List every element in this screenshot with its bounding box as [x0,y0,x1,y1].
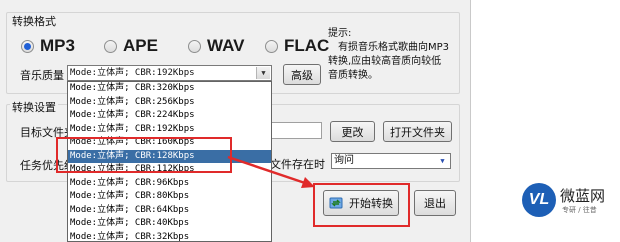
quality-label: 音乐质量 [20,69,64,82]
advanced-button[interactable]: 高级 [283,64,321,85]
open-folder-button[interactable]: 打开文件夹 [383,121,452,142]
format-group-title: 转换格式 [10,13,58,29]
option-highlight-annotation [56,137,232,173]
start-convert-label: 开始转换 [349,197,393,210]
dropdown-option[interactable]: Mode:立体声; CBR:224Kbps [68,109,271,123]
quality-select[interactable]: Mode:立体声; CBR:192Kbps ▼ [67,65,272,81]
logo-name: 微蓝网 [560,187,606,205]
radio-wav[interactable]: WAV [188,36,244,56]
watermark-logo: VL 微蓝网 专研 / 往昔 [522,181,618,221]
hint-line: 提示: [328,28,352,39]
radio-mp3[interactable]: MP3 [21,36,75,56]
radio-wav-label: WAV [207,36,245,55]
logo-mark: VL [528,191,550,208]
dropdown-option[interactable]: Mode:立体声; CBR:32Kbps [68,231,271,242]
dropdown-option[interactable]: Mode:立体声; CBR:320Kbps [68,82,271,96]
logo-tagline: 专研 / 往昔 [562,206,597,214]
radio-flac-label: FLAC [284,36,330,55]
radio-flac-indicator [265,39,278,53]
target-folder-input[interactable] [270,122,322,139]
radio-mp3-indicator [21,39,34,53]
change-button[interactable]: 更改 [330,121,375,142]
chevron-down-icon: ▼ [256,67,270,79]
hint-line: 转换,应由较高音质向较低 [328,56,442,67]
radio-mp3-label: MP3 [40,36,75,55]
dropdown-option[interactable]: Mode:立体声; CBR:256Kbps [68,96,271,110]
dropdown-option[interactable]: Mode:立体声; CBR:64Kbps [68,204,271,218]
start-convert-button[interactable]: 开始转换 [323,190,399,216]
hint-line: 有损音乐格式歌曲向MP3 [338,42,450,53]
dropdown-option[interactable]: Mode:立体声; CBR:192Kbps [68,123,271,137]
radio-wav-indicator [188,39,201,53]
radio-ape-label: APE [123,36,158,55]
logo-badge: VL [522,183,556,217]
hint-text: 提示: 有损音乐格式歌曲向MP3 转换,应由较高音质向较低 音质转换。 [328,27,456,83]
file-exists-select[interactable]: 询问 ▼ [331,153,451,169]
chevron-down-icon: ▼ [436,155,449,167]
dropdown-option[interactable]: Mode:立体声; CBR:40Kbps [68,217,271,231]
radio-flac[interactable]: FLAC [265,36,329,56]
file-exists-value: 询问 [334,155,354,166]
radio-ape-indicator [104,39,117,53]
quality-select-value: Mode:立体声; CBR:192Kbps [70,68,195,78]
convert-icon [329,196,343,210]
exit-button[interactable]: 退出 [414,190,456,216]
settings-group-title: 转换设置 [10,99,58,115]
hint-line: 音质转换。 [328,70,378,81]
annotation-arrow-icon [227,155,315,188]
radio-ape[interactable]: APE [104,36,158,56]
